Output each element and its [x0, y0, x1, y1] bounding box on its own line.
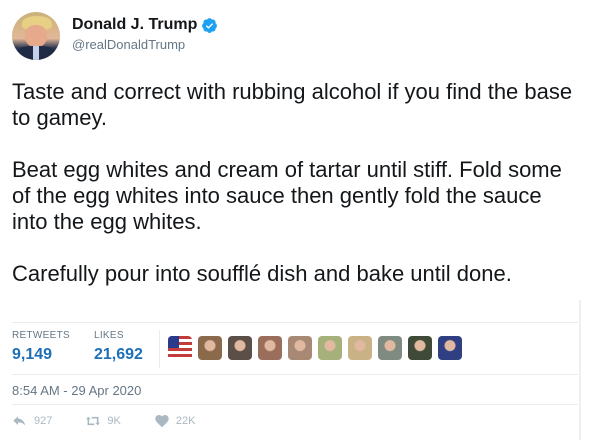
- tweet-card: Donald J. Trump @realDonaldTrump Taste a…: [0, 0, 590, 444]
- user-handle[interactable]: @realDonaldTrump: [72, 37, 218, 52]
- reply-button[interactable]: 927: [12, 413, 52, 429]
- display-name[interactable]: Donald J. Trump: [72, 16, 197, 34]
- liker-avatar[interactable]: [377, 336, 402, 360]
- retweets-label: RETWEETS: [12, 330, 70, 341]
- retweets-count: 9,149: [12, 346, 53, 363]
- like-button[interactable]: 22K: [154, 413, 196, 429]
- retweet-count: 9K: [107, 415, 121, 427]
- liker-avatars: [167, 336, 468, 360]
- tweet-actions: 927 9K 22K: [12, 413, 228, 429]
- reply-icon: [13, 416, 26, 426]
- profile-avatar[interactable]: [12, 12, 60, 60]
- liker-avatar[interactable]: [437, 336, 462, 360]
- liker-avatar[interactable]: [407, 336, 432, 360]
- retweet-icon: [86, 416, 101, 426]
- liker-avatar[interactable]: [317, 336, 342, 360]
- retweet-button[interactable]: 9K: [85, 413, 121, 429]
- tweet-header: Donald J. Trump @realDonaldTrump: [12, 12, 218, 60]
- tweet-paragraph: Taste and correct with rubbing alcohol i…: [12, 79, 573, 130]
- tweet-paragraph: Carefully pour into soufflé dish and bak…: [12, 261, 512, 286]
- retweets-stat[interactable]: RETWEETS 9,149: [12, 330, 70, 364]
- tweet-paragraph: Beat egg whites and cream of tartar unti…: [12, 157, 562, 234]
- likes-label: LIKES: [93, 330, 124, 341]
- divider: [12, 404, 578, 405]
- liker-avatar-flag[interactable]: [167, 336, 192, 360]
- engagement-stats: RETWEETS 9,149 LIKES 21,692: [12, 330, 468, 370]
- tweet-text: Taste and correct with rubbing alcohol i…: [12, 79, 578, 287]
- verified-badge-icon: [201, 17, 218, 34]
- user-names: Donald J. Trump @realDonaldTrump: [72, 16, 218, 52]
- liker-avatar[interactable]: [287, 336, 312, 360]
- divider: [12, 322, 578, 323]
- liker-avatar[interactable]: [227, 336, 252, 360]
- likes-stat[interactable]: LIKES 21,692: [94, 330, 143, 364]
- divider: [12, 374, 578, 375]
- reply-count: 927: [34, 415, 53, 427]
- likes-count: 21,692: [93, 346, 143, 363]
- stats-separator: [158, 330, 160, 368]
- like-count: 22K: [175, 415, 196, 427]
- tweet-timestamp[interactable]: 8:54 AM - 29 Apr 2020: [12, 383, 141, 398]
- liker-avatar[interactable]: [197, 336, 222, 360]
- heart-icon: [155, 415, 169, 428]
- watermark: [579, 300, 581, 440]
- liker-avatar[interactable]: [347, 336, 372, 360]
- liker-avatar[interactable]: [257, 336, 282, 360]
